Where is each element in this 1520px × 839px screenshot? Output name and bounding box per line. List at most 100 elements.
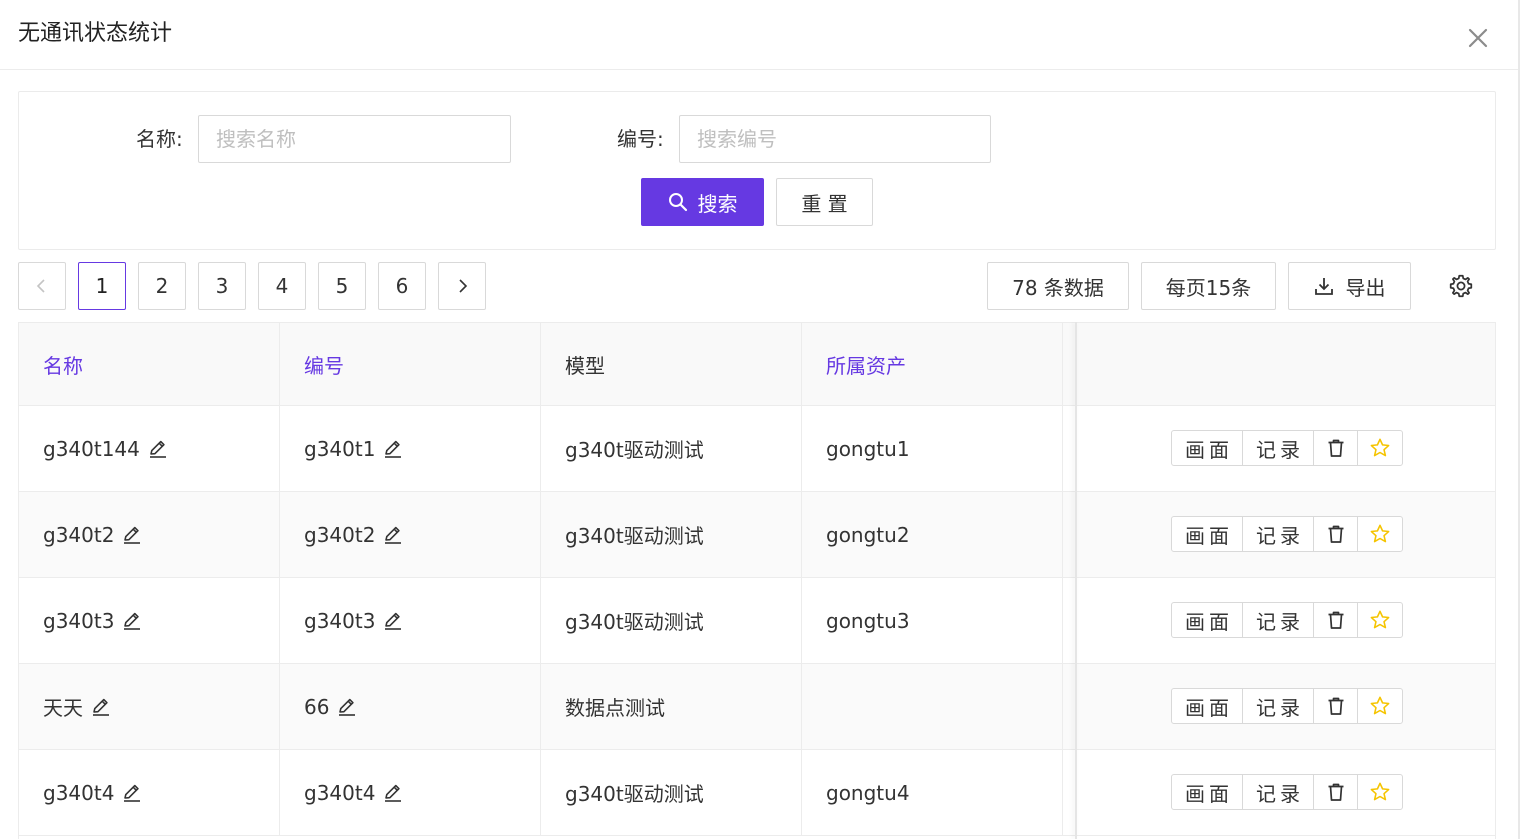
cell-asset-text: gongtu1 — [826, 436, 910, 461]
cell-asset: gongtu3 — [802, 578, 1063, 663]
edit-icon[interactable] — [383, 439, 403, 459]
page-1-button[interactable]: 1 — [78, 262, 126, 310]
cell-model: g340t驱动测试 — [541, 492, 802, 577]
gear-icon[interactable] — [1448, 273, 1474, 299]
cell-code-text: 66 — [304, 694, 330, 719]
column-header-name[interactable]: 名称 — [19, 323, 280, 406]
search-button[interactable]: 搜索 — [641, 178, 764, 226]
column-header-model: 模型 — [541, 323, 802, 406]
cell-asset-text: gongtu2 — [826, 522, 910, 547]
table-row: 天天 66 数据点测试 画面 记录 — [19, 664, 1495, 750]
edit-icon[interactable] — [148, 439, 168, 459]
cell-name: g340t144 — [19, 406, 280, 491]
favorite-button[interactable] — [1358, 603, 1402, 637]
edit-icon[interactable] — [383, 611, 403, 631]
fixed-column-divider — [1075, 322, 1077, 839]
download-icon — [1314, 278, 1333, 295]
delete-button[interactable] — [1314, 517, 1358, 551]
star-icon — [1369, 781, 1391, 803]
row-action-group: 画面 记录 — [1171, 516, 1403, 552]
screen-button[interactable]: 画面 — [1172, 517, 1243, 551]
page-2-button[interactable]: 2 — [138, 262, 186, 310]
column-header-code[interactable]: 编号 — [280, 323, 541, 406]
favorite-button[interactable] — [1358, 517, 1402, 551]
delete-button[interactable] — [1314, 603, 1358, 637]
cell-code: 66 — [280, 664, 541, 749]
delete-button[interactable] — [1314, 775, 1358, 809]
export-button[interactable]: 导出 — [1288, 262, 1411, 310]
record-button[interactable]: 记录 — [1243, 431, 1314, 465]
edit-icon[interactable] — [122, 611, 142, 631]
cell-model-text: g340t驱动测试 — [565, 610, 704, 634]
star-icon — [1369, 437, 1391, 459]
cell-name-text: g340t2 — [43, 522, 115, 547]
page-3-button[interactable]: 3 — [198, 262, 246, 310]
record-button[interactable]: 记录 — [1243, 689, 1314, 723]
next-page-button[interactable] — [438, 262, 486, 310]
cell-model: g340t驱动测试 — [541, 578, 802, 663]
row-action-group: 画面 记录 — [1171, 774, 1403, 810]
edit-icon[interactable] — [91, 697, 111, 717]
dialog-title: 无通讯状态统计 — [18, 21, 173, 46]
record-button[interactable]: 记录 — [1243, 775, 1314, 809]
edit-icon[interactable] — [337, 697, 357, 717]
column-header-actions — [1063, 323, 1495, 406]
column-header-asset[interactable]: 所属资产 — [802, 323, 1063, 406]
search-panel: 名称: 编号: 搜索 重 置 — [18, 91, 1496, 250]
edit-icon[interactable] — [122, 783, 142, 803]
star-icon — [1369, 695, 1391, 717]
cell-asset-text: gongtu4 — [826, 780, 910, 805]
trash-icon — [1326, 610, 1346, 630]
cell-asset — [802, 664, 1063, 749]
screen-button[interactable]: 画面 — [1172, 603, 1243, 637]
cell-model-text: g340t驱动测试 — [565, 438, 704, 462]
row-action-group: 画面 记录 — [1171, 688, 1403, 724]
page-size-button[interactable]: 每页15条 — [1141, 262, 1276, 310]
page-5-button[interactable]: 5 — [318, 262, 366, 310]
cell-code-text: g340t2 — [304, 522, 376, 547]
total-count-button[interactable]: 78 条数据 — [987, 262, 1129, 310]
table-row: g340t4 g340t4 g340t驱动测试 gongtu4 画面 记录 — [19, 750, 1495, 836]
trash-icon — [1326, 524, 1346, 544]
star-icon — [1369, 609, 1391, 631]
reset-button[interactable]: 重 置 — [776, 178, 873, 226]
record-button[interactable]: 记录 — [1243, 517, 1314, 551]
delete-button[interactable] — [1314, 689, 1358, 723]
cell-code: g340t2 — [280, 492, 541, 577]
favorite-button[interactable] — [1358, 689, 1402, 723]
cell-asset-text: gongtu3 — [826, 608, 910, 633]
page-4-button[interactable]: 4 — [258, 262, 306, 310]
trash-icon — [1326, 782, 1346, 802]
name-label: 名称: — [136, 127, 183, 151]
favorite-button[interactable] — [1358, 775, 1402, 809]
screen-button[interactable]: 画面 — [1172, 431, 1243, 465]
table-row: g340t2 g340t2 g340t驱动测试 gongtu2 画面 记录 — [19, 492, 1495, 578]
trash-icon — [1326, 696, 1346, 716]
code-search-input[interactable] — [679, 115, 991, 163]
cell-name-text: 天天 — [43, 696, 83, 720]
page-6-button[interactable]: 6 — [378, 262, 426, 310]
data-table: 名称 编号 模型 所属资产 g340t144 g340t1 g340t驱动测试 gon… — [18, 322, 1496, 839]
table-header: 名称 编号 模型 所属资产 — [19, 322, 1495, 406]
prev-page-button[interactable] — [18, 262, 66, 310]
cell-code-text: g340t4 — [304, 780, 376, 805]
edit-icon[interactable] — [122, 525, 142, 545]
name-search-input[interactable] — [198, 115, 511, 163]
cell-name: g340t3 — [19, 578, 280, 663]
record-button[interactable]: 记录 — [1243, 603, 1314, 637]
edit-icon[interactable] — [383, 525, 403, 545]
favorite-button[interactable] — [1358, 431, 1402, 465]
export-label: 导出 — [1345, 275, 1386, 300]
edit-icon[interactable] — [383, 783, 403, 803]
chevron-right-icon — [459, 279, 468, 293]
row-action-group: 画面 记录 — [1171, 430, 1403, 466]
cell-name: 天天 — [19, 664, 280, 749]
delete-button[interactable] — [1314, 431, 1358, 465]
reset-button-label: 重 置 — [801, 191, 848, 216]
cell-code: g340t4 — [280, 750, 541, 835]
cell-name-text: g340t3 — [43, 608, 115, 633]
close-icon[interactable] — [1462, 22, 1494, 54]
cell-name: g340t2 — [19, 492, 280, 577]
screen-button[interactable]: 画面 — [1172, 775, 1243, 809]
screen-button[interactable]: 画面 — [1172, 689, 1243, 723]
